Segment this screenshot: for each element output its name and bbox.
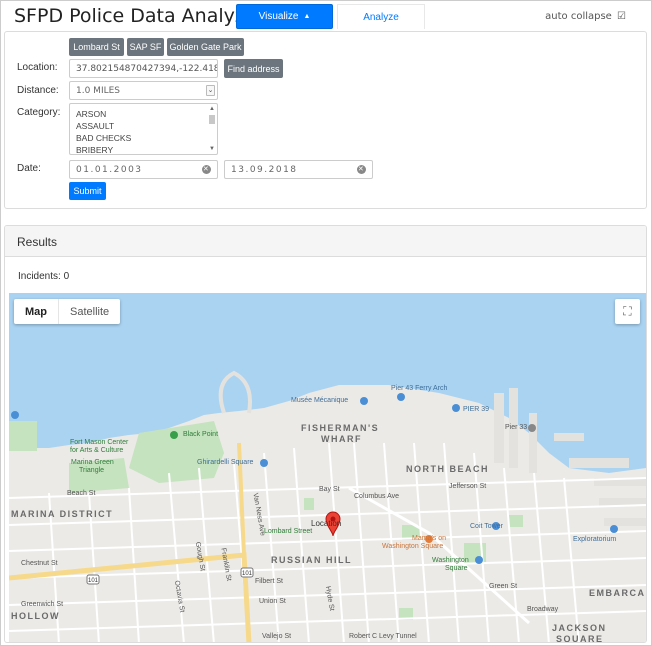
- map-label-square: SQUARE: [556, 634, 604, 643]
- results-card: Results Incidents: 0 101 101 Pier 43 Fer…: [4, 225, 647, 643]
- location-input[interactable]: 37.802154870427394,-122.418766: [69, 59, 218, 78]
- quick-location-ggpark-button[interactable]: Golden Gate Park: [167, 38, 244, 56]
- map-label-vallejo: Vallejo St: [262, 633, 292, 640]
- distance-select[interactable]: 1.0 MILES ⌄: [69, 81, 218, 100]
- highway-101-shield-label: 101: [242, 571, 253, 577]
- clear-icon[interactable]: ✕: [357, 165, 366, 174]
- map-label-pier43: Pier 43 Ferry Arch: [391, 385, 448, 392]
- map-label-pier39: PIER 39: [463, 406, 490, 413]
- scroll-up-icon[interactable]: ▲: [208, 105, 216, 113]
- map-label-lombard-street: Lombard Street: [264, 528, 313, 535]
- map-label-marinagreen-2: Triangle: [79, 467, 105, 474]
- map-label-marina-district: MARINA DISTRICT: [11, 509, 114, 519]
- submit-button[interactable]: Submit: [69, 182, 106, 200]
- map-label-jackson: JACKSON: [552, 623, 607, 633]
- map-label-northbeach: NORTH BEACH: [406, 464, 489, 474]
- highway-101-shield-label: 101: [88, 578, 99, 584]
- map-label-mamas-2: Washington Square: [382, 543, 444, 550]
- map-label-coit-tower: Coit Tower: [470, 523, 503, 530]
- map-label-embarcadero: EMBARCA: [589, 588, 646, 598]
- map-type-satellite-button[interactable]: Satellite: [58, 299, 120, 324]
- map-label-pier33: Pier 33: [505, 424, 528, 431]
- auto-collapse-toggle[interactable]: auto collapse ☑: [545, 11, 626, 22]
- map-label-washington-2: Square: [445, 565, 468, 572]
- map-label-union: Union St: [259, 598, 286, 605]
- date-to-value: 13.09.2018: [231, 164, 298, 175]
- scroll-thumb[interactable]: [209, 115, 215, 124]
- map-label-fortmason: Fort Mason Center: [70, 439, 129, 446]
- category-option[interactable]: ASSAULT: [70, 120, 131, 132]
- map-label-marinagreen: Marina Green: [71, 459, 114, 466]
- header: SFPD Police Data Analyzer Visualize ▲ An…: [0, 0, 652, 32]
- map-label-exploratorium: Exploratorium: [573, 536, 617, 543]
- scroll-down-icon[interactable]: ▼: [208, 145, 216, 153]
- tab-visualize-label: Visualize: [258, 11, 299, 22]
- auto-collapse-label: auto collapse: [545, 11, 612, 22]
- map-label-russian-hill: RUSSIAN HILL: [271, 555, 352, 565]
- clear-icon[interactable]: ✕: [202, 165, 211, 174]
- results-title: Results: [17, 235, 58, 249]
- map-view[interactable]: 101 101 Pier 43 Ferry Arch Musée Mécaniq…: [9, 293, 646, 643]
- map-label-ghirardelli: Ghirardelli Square: [197, 459, 254, 466]
- tab-visualize[interactable]: Visualize ▲: [236, 4, 333, 29]
- map-label-mamas: Mama's on: [412, 535, 447, 542]
- checkbox-icon[interactable]: ☑: [617, 11, 626, 22]
- quick-location-lombard-button[interactable]: Lombard St: [69, 38, 124, 56]
- category-label: Category:: [17, 107, 61, 118]
- map-label-bay-st: Bay St: [319, 486, 340, 493]
- category-option[interactable]: BAD CHECKS: [70, 132, 131, 144]
- date-to-input[interactable]: 13.09.2018 ✕: [224, 160, 373, 179]
- date-from-input[interactable]: 01.01.2003 ✕: [69, 160, 218, 179]
- map-label-beach-st: Beach St: [67, 490, 96, 497]
- map-label-location: Location: [311, 519, 342, 528]
- app-title: SFPD Police Data Analyzer: [14, 5, 265, 27]
- quick-location-sap-button[interactable]: SAP SF: [127, 38, 164, 56]
- map-label-fortmason-2: for Arts & Culture: [70, 447, 124, 454]
- map-label-hollow: HOLLOW: [11, 611, 60, 621]
- distance-value: 1.0 MILES: [76, 85, 121, 96]
- map-label-tunnel: Robert C Levy Tunnel: [349, 633, 417, 640]
- fullscreen-icon[interactable]: ⛶: [615, 299, 640, 324]
- map-label-fishermans: FISHERMAN'S: [301, 423, 380, 433]
- map-label-blackpoint: Black Point: [183, 431, 219, 438]
- map-type-toggle: Map Satellite: [14, 299, 121, 324]
- map-type-map-button[interactable]: Map: [14, 299, 58, 324]
- distance-label: Distance:: [17, 85, 59, 96]
- find-address-button[interactable]: Find address: [224, 59, 283, 78]
- map-label-chestnut: Chestnut St: [21, 560, 58, 567]
- map-label-columbus: Columbus Ave: [354, 493, 400, 500]
- map-label-washington: Washington: [432, 557, 469, 564]
- category-listbox[interactable]: ARSON ASSAULT BAD CHECKS BRIBERY ▲ ▼: [69, 103, 218, 155]
- location-label: Location:: [17, 62, 58, 73]
- map-label-green-st: Green St: [489, 583, 518, 590]
- map-label-wharf: WHARF: [321, 434, 362, 444]
- map-label-greenwich: Greenwich St: [21, 601, 64, 608]
- date-from-value: 01.01.2003: [76, 164, 143, 175]
- map-label-jefferson: Jefferson St: [449, 483, 487, 490]
- map-label-broadway: Broadway: [527, 606, 559, 613]
- map-label-musee: Musée Mécanique: [291, 397, 349, 404]
- results-header: Results: [5, 226, 646, 257]
- chevron-down-icon: ⌄: [206, 85, 215, 96]
- category-option[interactable]: BRIBERY: [70, 144, 131, 154]
- category-option[interactable]: ARSON: [70, 108, 131, 120]
- incidents-count: Incidents: 0: [18, 271, 70, 282]
- category-scrollbar[interactable]: ▲ ▼: [208, 105, 216, 153]
- date-label: Date:: [17, 163, 41, 174]
- caret-up-icon: ▲: [303, 13, 311, 20]
- tab-analyze[interactable]: Analyze: [337, 4, 425, 29]
- map-label-filbert: Filbert St: [255, 578, 284, 585]
